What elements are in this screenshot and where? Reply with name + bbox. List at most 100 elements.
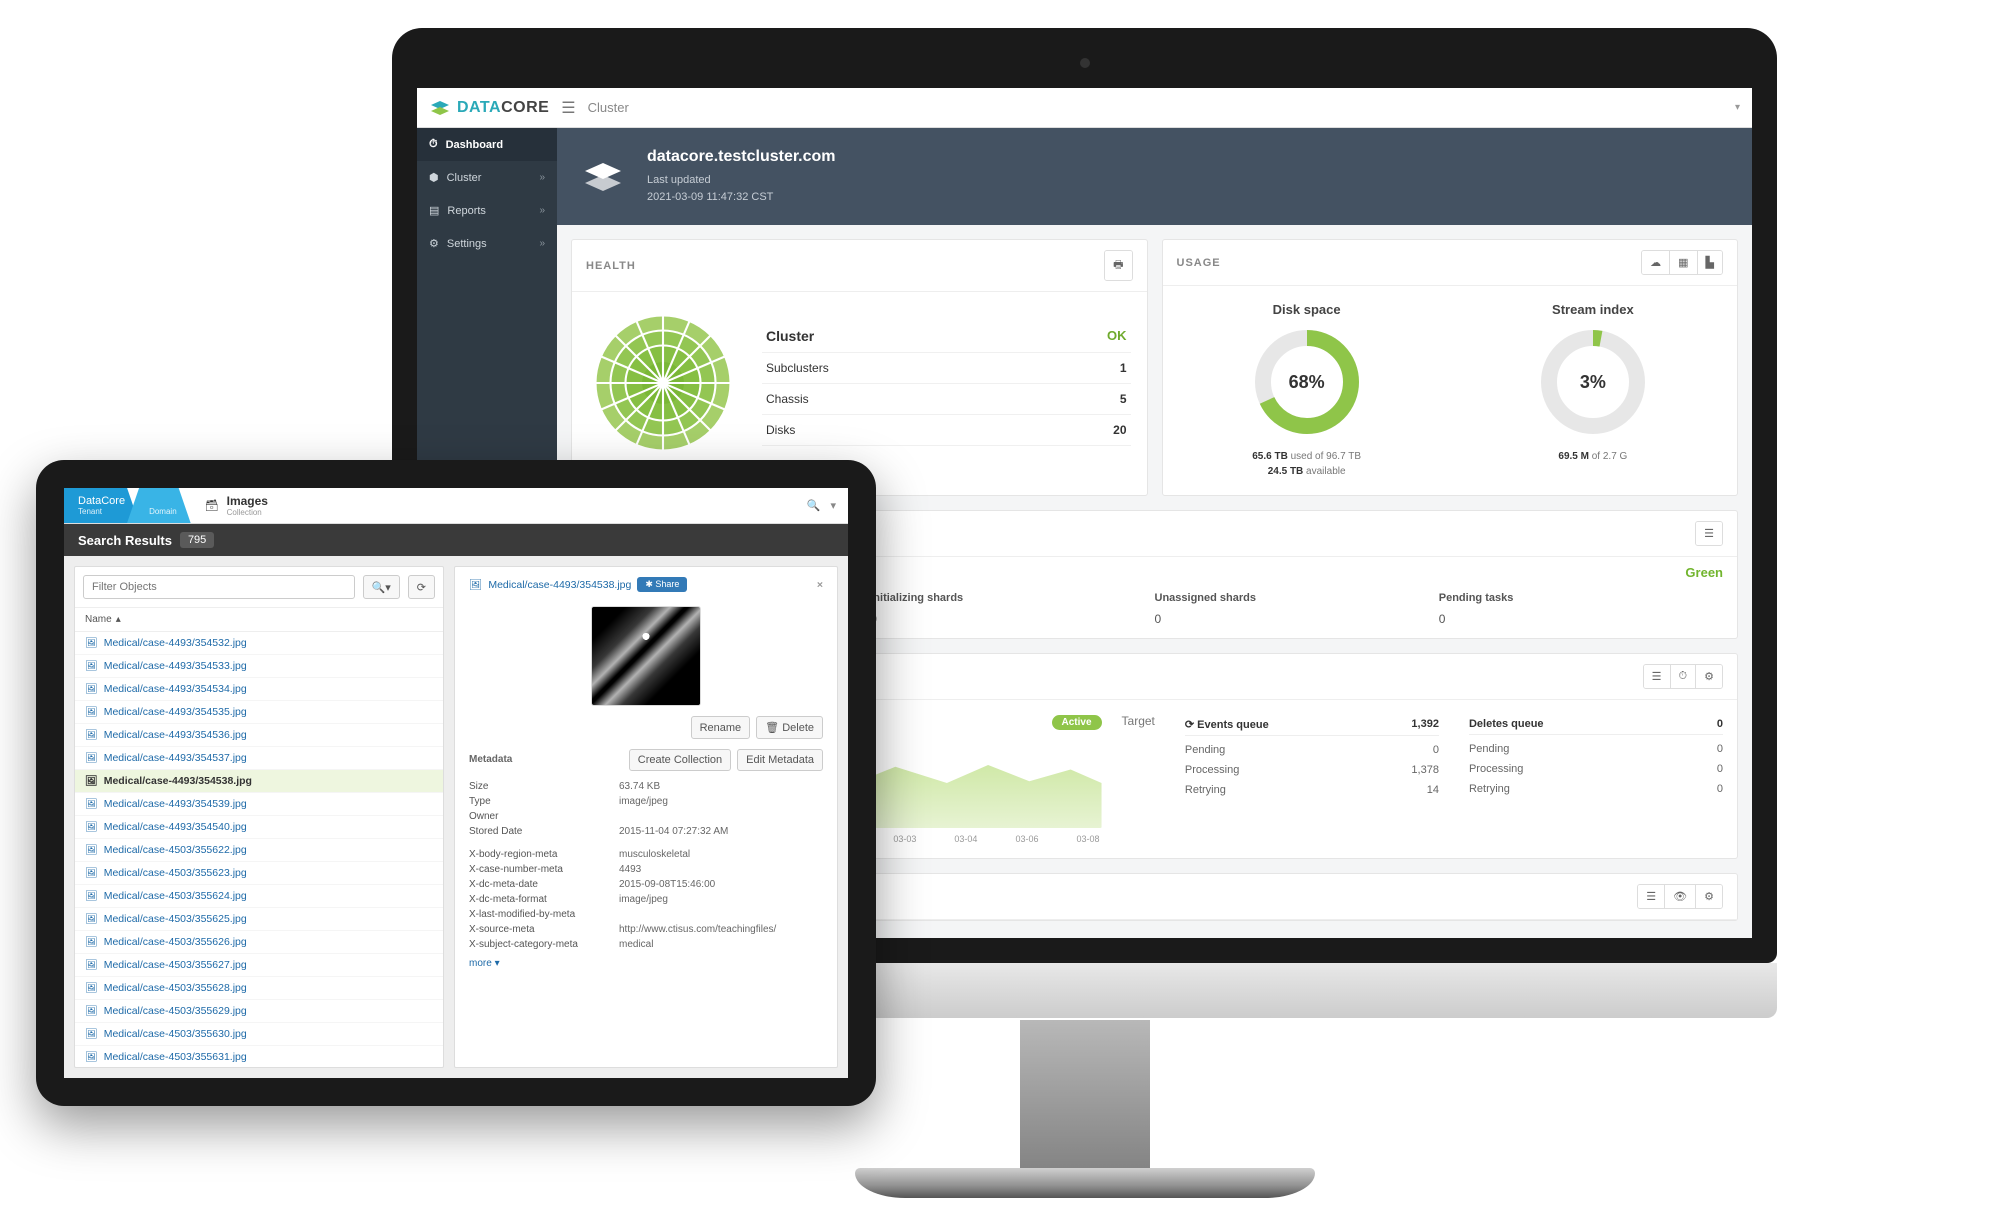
metadata-row: Owner [469,809,823,824]
sidebar-item-reports[interactable]: ▤Reports» [417,194,557,227]
metadata-row: Typeimage/jpeg [469,794,823,809]
usage-heading: USAGE [1177,257,1221,269]
events-queue: ⟳ Events queue1,392 Pending0Processing1,… [1185,714,1439,844]
delete-button[interactable]: 🗑 Delete [756,716,823,739]
list-item[interactable]: 🖼Medical/case-4493/354535.jpg [75,701,443,724]
list-item[interactable]: 🖼Medical/case-4503/355622.jpg [75,839,443,862]
share-button[interactable]: ✱ Share [637,577,687,592]
dashboard-icon: ⏱ [429,138,438,151]
image-thumbnail [591,606,701,706]
tablet-caret-icon[interactable]: ▾ [830,499,836,512]
list-item[interactable]: 🖼Medical/case-4503/355623.jpg [75,862,443,885]
edit-metadata-button[interactable]: Edit Metadata [737,749,823,771]
list-item[interactable]: 🖼Medical/case-4493/354539.jpg [75,793,443,816]
images-label: Images [227,494,268,508]
queue-row: Retrying0 [1469,779,1723,799]
filter-input[interactable] [83,575,355,599]
list-item[interactable]: 🖼Medical/case-4493/354533.jpg [75,655,443,678]
sidebar-item-cluster[interactable]: ⬢Cluster» [417,161,557,194]
list-item[interactable]: 🖼Medical/case-4493/354532.jpg [75,632,443,655]
tablet-search-icon[interactable]: 🔍 [807,499,821,512]
health-print-button[interactable]: 🖶 [1105,251,1131,280]
list-item[interactable]: 🖼Medical/case-4493/354538.jpg [75,770,443,793]
shard-col: Initializing shards0 [870,592,1154,626]
metadata-row: Stored Date2015-11-04 07:27:32 AM [469,824,823,839]
list-item[interactable]: 🖼Medical/case-4503/355631.jpg [75,1046,443,1067]
collection-label: Collection [227,508,268,517]
elastic-status: Green [1685,565,1723,580]
cluster-icon: ⬢ [429,171,439,184]
usage-panel: USAGE ☁ ▦ ▙ Disk space [1162,239,1739,496]
search-dropdown-button[interactable]: 🔍▾ [363,575,400,599]
list-item[interactable]: 🖼Medical/case-4493/354540.jpg [75,816,443,839]
file-list[interactable]: 🖼Medical/case-4493/354532.jpg🖼Medical/ca… [75,632,443,1067]
brand-text: DATACORE [457,99,549,117]
repl-dashboard-button[interactable]: ⏱ [1670,665,1696,688]
image-file-icon: 🖼 [85,960,98,971]
list-item[interactable]: 🖼Medical/case-4493/354534.jpg [75,678,443,701]
list-item[interactable]: 🖼Medical/case-4503/355625.jpg [75,908,443,931]
disk-caption: 65.6 TB used of 96.7 TB 24.5 TB availabl… [1252,449,1361,479]
usage-chart-button[interactable]: ▙ [1697,251,1722,274]
rename-button[interactable]: Rename [691,716,751,739]
list-item[interactable]: 🖼Medical/case-4503/355626.jpg [75,931,443,954]
last-updated-label: Last updated [647,172,836,189]
bottom-list-button[interactable]: ☰ [1638,885,1664,908]
list-item[interactable]: 🖼Medical/case-4503/355630.jpg [75,1023,443,1046]
sort-asc-icon: ▴ [116,614,121,625]
tablet-screen: DataCore Tenant Domain 🗃 Images Collecti… [64,488,848,1078]
bottom-eye-button[interactable]: 👁 [1664,885,1695,908]
camera-dot [1080,58,1090,68]
image-file-icon: 🖼 [85,707,98,718]
image-file-icon: 🖼 [85,1006,98,1017]
tenant-label: DataCore [78,495,125,507]
image-file-icon: 🖼 [85,730,98,741]
metadata-row: X-body-region-metamusculoskeletal [469,847,823,862]
list-item[interactable]: 🖼Medical/case-4503/355629.jpg [75,1000,443,1023]
create-collection-button[interactable]: Create Collection [629,749,731,771]
usage-grid-button[interactable]: ▦ [1669,251,1696,274]
collection-icon: 🗃 [205,499,219,512]
user-menu-caret-icon[interactable]: ▾ [1735,102,1740,113]
repl-list-button[interactable]: ☰ [1644,665,1670,688]
chevron-right-icon: » [539,238,545,249]
name-column-header[interactable]: Name ▴ [75,608,443,632]
image-file-icon: 🖼 [85,1052,98,1063]
image-file-icon: 🖼 [85,776,98,787]
chevron-right-icon: » [539,172,545,183]
domain-tab[interactable]: Domain [127,488,191,523]
bottom-settings-button[interactable]: ⚙ [1695,885,1722,908]
image-file-icon: 🖼 [85,799,98,810]
shard-col: Pending tasks0 [1439,592,1723,626]
repl-settings-button[interactable]: ⚙ [1695,665,1722,688]
list-item[interactable]: 🖼Medical/case-4493/354536.jpg [75,724,443,747]
queue-row: Pending0 [1185,740,1439,760]
detail-path: Medical/case-4493/354538.jpg [488,579,631,591]
image-file-icon: 🖼 [85,868,98,879]
list-item[interactable]: 🖼Medical/case-4493/354537.jpg [75,747,443,770]
sidebar-label: Dashboard [446,139,503,151]
monitor-stand-base [855,1168,1315,1198]
hamburger-icon[interactable]: ☰ [561,98,575,118]
more-link[interactable]: more ▾ [469,958,823,969]
usage-cloud-button[interactable]: ☁ [1642,251,1669,274]
health-panel: HEALTH 🖶 [571,239,1148,496]
monitor-stand-neck [1020,1020,1150,1180]
tenant-tab[interactable]: DataCore Tenant [64,488,139,523]
close-icon[interactable]: × [817,579,823,591]
sidebar-item-settings[interactable]: ⚙Settings» [417,227,557,260]
stream-caption: 69.5 M of 2.7 G [1558,449,1627,464]
list-item[interactable]: 🖼Medical/case-4503/355628.jpg [75,977,443,1000]
brand-logo[interactable]: DATACORE [429,97,549,119]
health-row: Chassis5 [762,384,1131,415]
stream-donut-chart: 3% [1538,327,1648,437]
queue-row: Processing0 [1469,759,1723,779]
image-file-icon: 🖼 [85,891,98,902]
list-item[interactable]: 🖼Medical/case-4503/355624.jpg [75,885,443,908]
sidebar-item-dashboard[interactable]: ⏱ Dashboard [417,128,557,161]
elastic-list-button[interactable]: ☰ [1696,522,1722,545]
tablet-breadcrumb: 🗃 Images Collection [191,488,795,523]
metadata-extended: X-body-region-metamusculoskeletalX-case-… [469,847,823,952]
refresh-button[interactable]: ⟳ [408,575,435,599]
list-item[interactable]: 🖼Medical/case-4503/355627.jpg [75,954,443,977]
